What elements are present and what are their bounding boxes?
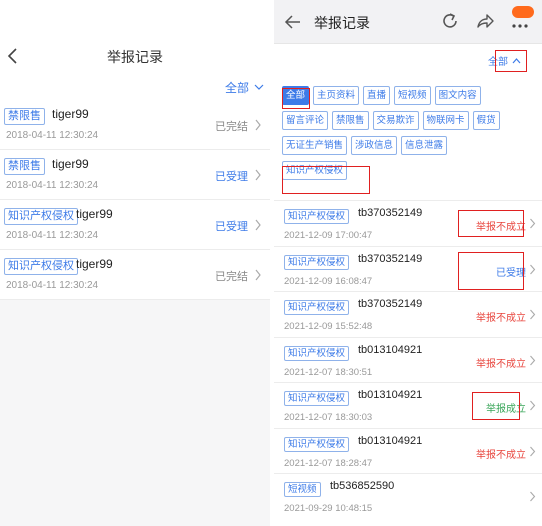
category-tag: 知识产权侵权: [284, 391, 350, 406]
chevron-right-icon: [530, 218, 536, 229]
chevron-right-icon: [530, 355, 536, 365]
status-label: 已受理: [215, 221, 248, 233]
chevron-right-icon: [255, 269, 261, 281]
status-label: 举报不成立: [476, 358, 526, 370]
reported-id: tb013104921: [358, 389, 423, 401]
reported-id: tb370352149: [358, 252, 423, 265]
chip-comments[interactable]: 留言评论: [282, 111, 329, 130]
annotation-box: [495, 50, 527, 72]
chevron-right-icon: [255, 219, 261, 231]
chevron-right-icon: [530, 446, 536, 456]
list-item[interactable]: 知识产权侵权 tiger99 2018-04-11 12:30:24 已受理: [0, 200, 270, 250]
back-arrow-icon[interactable]: [284, 13, 302, 31]
status-label: 已受理: [215, 171, 248, 183]
chip-short-video[interactable]: 短视频: [394, 86, 431, 105]
category-tag: 知识产权侵权: [284, 209, 350, 224]
reported-id: tb370352149: [358, 298, 423, 310]
annotation-box: [282, 88, 310, 109]
page-title: 举报记录: [314, 15, 370, 31]
chevron-right-icon: [255, 169, 261, 181]
reported-user: tiger99: [76, 207, 113, 221]
chip-row: 留言评论 禁限售 交易欺诈 物联网卡 假货: [282, 111, 532, 130]
more-icon[interactable]: [508, 12, 532, 32]
report-time: 2021-12-07 18:30:03: [284, 412, 373, 423]
reported-id: tb013104921: [358, 434, 423, 447]
list-item[interactable]: 禁限售 tiger99 2018-04-11 12:30:24 已完结: [0, 100, 270, 150]
category-tag: 知识产权侵权: [284, 436, 350, 452]
reported-id: tb536852590: [330, 480, 395, 492]
right-screen: 举报记录 全部 全部 主页资料 直播 短视频 图文内容 留言评论 禁限售 交易欺…: [274, 0, 542, 526]
filter-label: 全部: [224, 81, 249, 95]
report-time: 2018-04-11 12:30:24: [6, 230, 99, 241]
chip-unlicensed-production[interactable]: 无证生产销售: [282, 136, 348, 155]
annotation-box: [458, 210, 524, 237]
report-time: 2018-04-11 12:30:24: [6, 130, 99, 141]
chevron-down-icon: [254, 84, 264, 90]
left-header: 举报记录: [0, 38, 270, 74]
status-label: 已完结: [215, 271, 248, 283]
chip-political-info[interactable]: 涉政信息: [351, 136, 398, 155]
category-tag: 知识产权侵权: [284, 345, 350, 361]
status-label: 举报不成立: [476, 313, 526, 324]
chevron-right-icon: [530, 264, 536, 274]
chip-iot-card[interactable]: 物联网卡: [422, 111, 469, 130]
report-list: 知识产权侵权 tb370352149 2021-12-09 17:00:47 举…: [274, 200, 542, 519]
report-time: 2021-12-09 17:00:47: [284, 230, 373, 241]
chip-trade-fraud[interactable]: 交易欺诈: [372, 111, 419, 130]
category-tag: 知识产权侵权: [4, 258, 78, 275]
reported-user: tiger99: [76, 257, 113, 271]
category-tag: 禁限售: [4, 108, 45, 125]
chip-info-leak[interactable]: 信息泄露: [401, 136, 448, 155]
reported-user: tiger99: [52, 157, 89, 171]
chevron-right-icon: [530, 400, 536, 411]
chip-row: 无证生产销售 涉政信息 信息泄露: [282, 136, 532, 155]
filter-dropdown[interactable]: 全部: [225, 79, 264, 96]
chevron-right-icon: [530, 491, 536, 502]
report-time: 2018-04-11 12:30:24: [6, 180, 99, 191]
reported-id: tb013104921: [358, 343, 423, 356]
report-time: 2021-12-07 18:28:47: [284, 457, 373, 469]
chip-profile[interactable]: 主页资料: [313, 86, 360, 105]
status-label: 举报不成立: [476, 449, 526, 461]
list-item[interactable]: 知识产权侵权 tb013104921 2021-12-07 18:30:51 举…: [274, 336, 542, 383]
report-time: 2018-04-11 12:30:24: [6, 280, 99, 291]
list-item[interactable]: 知识产权侵权 tiger99 2018-04-11 12:30:24 已完结: [0, 250, 270, 300]
chip-image-text[interactable]: 图文内容: [434, 86, 481, 105]
category-tag: 知识产权侵权: [4, 208, 78, 225]
refresh-icon[interactable]: [440, 11, 460, 31]
chevron-right-icon: [530, 309, 536, 320]
reported-id: tb370352149: [358, 207, 423, 219]
report-time: 2021-12-09 16:08:47: [284, 275, 373, 287]
list-item[interactable]: 知识产权侵权 tb013104921 2021-12-07 18:28:47 举…: [274, 427, 542, 474]
chevron-right-icon: [255, 119, 261, 131]
annotation-box: [282, 166, 370, 194]
list-item[interactable]: 禁限售 tiger99 2018-04-11 12:30:24 已受理: [0, 150, 270, 200]
status-label: 已完结: [215, 121, 248, 133]
category-tag: 知识产权侵权: [284, 300, 350, 315]
category-tag: 知识产权侵权: [284, 254, 350, 270]
chip-live[interactable]: 直播: [363, 86, 391, 105]
left-screen: 举报记录 全部 禁限售 tiger99 2018-04-11 12:30:24 …: [0, 0, 270, 526]
category-tag: 禁限售: [4, 158, 45, 175]
report-time: 2021-12-07 18:30:51: [284, 366, 373, 378]
annotation-box: [472, 392, 520, 420]
page-title: 举报记录: [107, 49, 163, 65]
report-time: 2021-09-29 10:48:15: [284, 503, 373, 514]
report-time: 2021-12-09 15:52:48: [284, 321, 373, 332]
report-list: 禁限售 tiger99 2018-04-11 12:30:24 已完结 禁限售 …: [0, 100, 270, 300]
share-icon[interactable]: [475, 11, 495, 31]
annotation-box: [458, 252, 524, 290]
list-item[interactable]: 知识产权侵权 tb370352149 2021-12-09 15:52:48 举…: [274, 291, 542, 337]
list-item[interactable]: 短视频 tb536852590 2021-09-29 10:48:15: [274, 473, 542, 519]
browser-toolbar: 举报记录: [274, 0, 542, 44]
category-tag: 短视频: [284, 482, 321, 497]
reported-user: tiger99: [52, 107, 89, 121]
chip-row: 全部 主页资料 直播 短视频 图文内容: [282, 86, 532, 105]
chip-prohibited-sale[interactable]: 禁限售: [332, 111, 369, 130]
chip-counterfeit[interactable]: 假货: [472, 111, 500, 130]
